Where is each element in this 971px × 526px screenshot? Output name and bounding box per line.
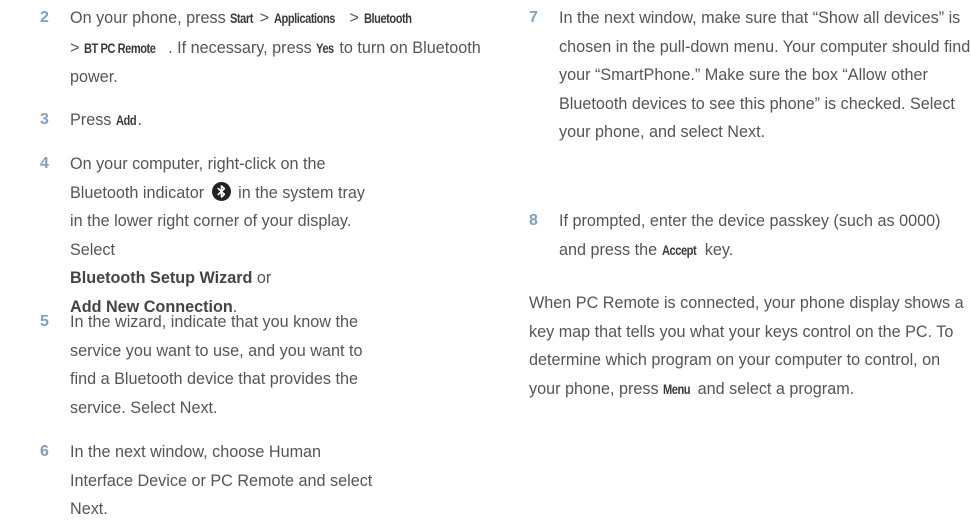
key-label: Yes	[316, 40, 335, 56]
step-text: >	[255, 9, 274, 27]
key-label: Bluetooth	[363, 11, 412, 26]
key-label: Applications	[273, 11, 335, 26]
step-7: 7 In the next window, make sure that “Sh…	[529, 4, 971, 147]
step-number: 5	[40, 313, 49, 330]
step-number: 8	[529, 212, 538, 229]
bluetooth-icon	[211, 181, 231, 201]
step-text: .	[137, 111, 142, 129]
step-text: On your phone, press	[70, 9, 231, 27]
step-text: Press	[70, 111, 116, 129]
step-2: 2 On your phone, press Start > Applicati…	[40, 4, 510, 92]
step-3: 3 Press Add.	[40, 106, 510, 136]
paragraph-text: and select a program.	[693, 379, 855, 398]
key-label: BT PC Remote	[83, 40, 156, 56]
step-5: 5 In the wizard, indicate that you know …	[40, 308, 380, 422]
step-number: 7	[529, 9, 538, 26]
bold-term: Bluetooth Setup Wizard	[70, 269, 253, 287]
step-4: 4 On your computer, right-click on the B…	[40, 150, 510, 321]
key-label: Menu	[663, 381, 691, 397]
step-text: In the wizard, indicate that you know th…	[70, 313, 363, 417]
closing-paragraph: When PC Remote is connected, your phone …	[529, 289, 971, 404]
step-text: or	[252, 269, 272, 287]
key-label: Add	[115, 113, 137, 128]
step-text: In the next window, make sure that “Show…	[559, 9, 971, 141]
step-text: In the next window, choose Human Interfa…	[70, 443, 373, 518]
step-8: 8 If prompted, enter the device passkey …	[529, 207, 971, 265]
step-number: 2	[40, 9, 49, 26]
step-text: . If necessary, press	[168, 38, 317, 57]
key-label: Accept	[661, 242, 697, 258]
step-6: 6 In the next window, choose Human Inter…	[40, 438, 380, 524]
step-text: >	[345, 9, 364, 27]
key-label: Start	[230, 11, 254, 26]
step-number: 4	[40, 155, 49, 172]
step-text: key.	[700, 240, 734, 259]
step-number: 6	[40, 443, 49, 460]
step-text: >	[70, 38, 84, 57]
step-number: 3	[40, 111, 49, 128]
step-text: If prompted, enter the device passkey (s…	[559, 212, 941, 259]
